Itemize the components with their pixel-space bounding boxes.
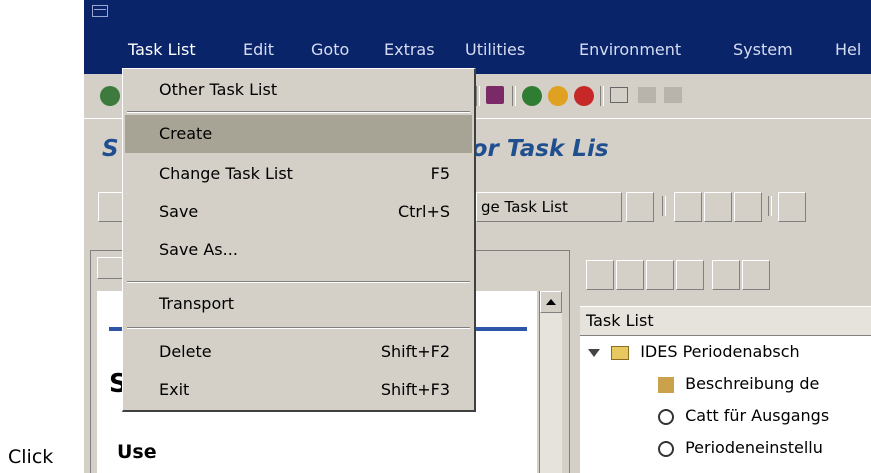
menu-save[interactable]: Save Ctrl+S: [125, 193, 472, 231]
menu-item-label: Transport: [159, 294, 235, 313]
tree-item-label: Periodeneinstellu: [685, 438, 823, 457]
pencil-icon: [658, 376, 674, 393]
menu-item-label: Other Task List: [159, 80, 278, 99]
expand-icon[interactable]: [586, 260, 614, 290]
toolbar-separator: [476, 86, 480, 106]
menu-shortcut: Shift+F2: [380, 342, 450, 361]
filter-icon[interactable]: [734, 192, 762, 222]
menu-goto[interactable]: Goto: [311, 40, 349, 59]
scroll-up-button[interactable]: [540, 291, 562, 313]
tree-column-header: Task List: [580, 306, 871, 336]
task-tree: IDES Periodenabsch Beschreibung de Catt …: [580, 336, 871, 473]
find-next-icon[interactable]: [664, 87, 682, 103]
menu-transport[interactable]: Transport: [125, 285, 472, 323]
menu-shortcut: F5: [430, 164, 450, 183]
menu-exit[interactable]: Exit Shift+F3: [125, 371, 472, 409]
refresh-icon[interactable]: [704, 192, 732, 222]
tree-item[interactable]: Periodeneinstellu: [658, 438, 823, 457]
menu-bar: Task List Edit Goto Extras Utilities Env…: [84, 0, 871, 74]
toolbar-separator: [768, 196, 772, 216]
toolbar-separator: [512, 86, 516, 106]
menu-other-task-list[interactable]: Other Task List: [125, 71, 472, 109]
system-menu-icon[interactable]: [92, 5, 108, 17]
menu-delete[interactable]: Delete Shift+F2: [125, 333, 472, 371]
menu-utilities[interactable]: Utilities: [465, 40, 525, 59]
toolbar-separator: [662, 196, 666, 216]
menu-save-as[interactable]: Save As...: [125, 231, 472, 269]
vertical-scrollbar[interactable]: [539, 291, 562, 473]
link-icon[interactable]: [616, 260, 644, 290]
menu-separator: [127, 281, 470, 283]
menu-shortcut: Shift+F3: [380, 380, 450, 399]
save-icon[interactable]: [486, 86, 504, 104]
task-list-panel: Task List IDES Periodenabsch Beschreibun…: [580, 250, 871, 473]
print-icon[interactable]: [742, 260, 770, 290]
menu-shortcut: Ctrl+S: [397, 202, 450, 221]
exit-icon[interactable]: [548, 86, 568, 106]
display-icon[interactable]: [674, 192, 702, 222]
menu-create[interactable]: Create: [125, 115, 472, 153]
folder-icon: [611, 345, 630, 360]
enter-icon[interactable]: [100, 86, 120, 106]
menu-item-label: Save As...: [159, 240, 238, 259]
clock-icon: [658, 408, 674, 425]
tree-folder-label: IDES Periodenabsch: [640, 342, 800, 361]
tree-item-label: Beschreibung de: [685, 374, 820, 393]
cancel-icon[interactable]: [574, 86, 594, 106]
more-icon[interactable]: [778, 192, 806, 222]
menu-item-label: Save: [159, 202, 199, 221]
menu-environment[interactable]: Environment: [579, 40, 681, 59]
menu-extras[interactable]: Extras: [384, 40, 435, 59]
tree-item-label: Catt für Ausgangs: [685, 406, 830, 425]
menu-item-label: Delete: [159, 342, 212, 361]
task-list-menu: Other Task List Create Change Task List …: [122, 68, 476, 412]
instruction-text: Click: [8, 446, 54, 468]
tree-item[interactable]: Catt für Ausgangs: [658, 406, 829, 425]
toolbar-separator: [600, 86, 604, 106]
menu-item-label: Change Task List: [159, 164, 293, 183]
tree-item[interactable]: Beschreibung de: [658, 374, 819, 393]
use-heading: Use: [117, 441, 157, 463]
clock-icon: [658, 440, 674, 457]
menu-task-list[interactable]: Task List: [124, 40, 200, 59]
menu-system[interactable]: System: [733, 40, 793, 59]
menu-separator: [127, 327, 470, 329]
menu-separator: [127, 111, 470, 113]
menu-help[interactable]: Hel: [835, 40, 861, 59]
menu-item-label: Create: [159, 124, 213, 143]
menu-edit[interactable]: Edit: [243, 40, 274, 59]
navigate-back-icon[interactable]: [97, 257, 123, 279]
tree-folder-row[interactable]: IDES Periodenabsch: [588, 342, 800, 361]
notes-icon[interactable]: [712, 260, 740, 290]
transport-icon[interactable]: [626, 192, 654, 222]
report-icon[interactable]: [676, 260, 704, 290]
collapse-triangle-icon[interactable]: [588, 348, 600, 357]
back-icon[interactable]: [522, 86, 542, 106]
schedule-icon[interactable]: [646, 260, 674, 290]
change-task-list-button[interactable]: ge Task List: [476, 192, 622, 222]
find-icon[interactable]: [638, 87, 656, 103]
menu-item-label: Exit: [159, 380, 190, 399]
menu-change-task-list[interactable]: Change Task List F5: [125, 155, 472, 193]
print-icon[interactable]: [610, 87, 628, 103]
